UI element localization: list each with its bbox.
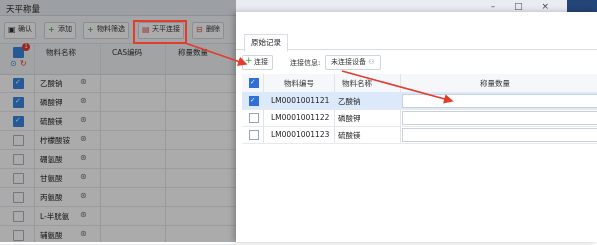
annotation-arrow-to-weight-input bbox=[341, 70, 454, 104]
annotation-arrows bbox=[184, 42, 454, 104]
annotation-arrow-to-connect bbox=[184, 42, 248, 66]
